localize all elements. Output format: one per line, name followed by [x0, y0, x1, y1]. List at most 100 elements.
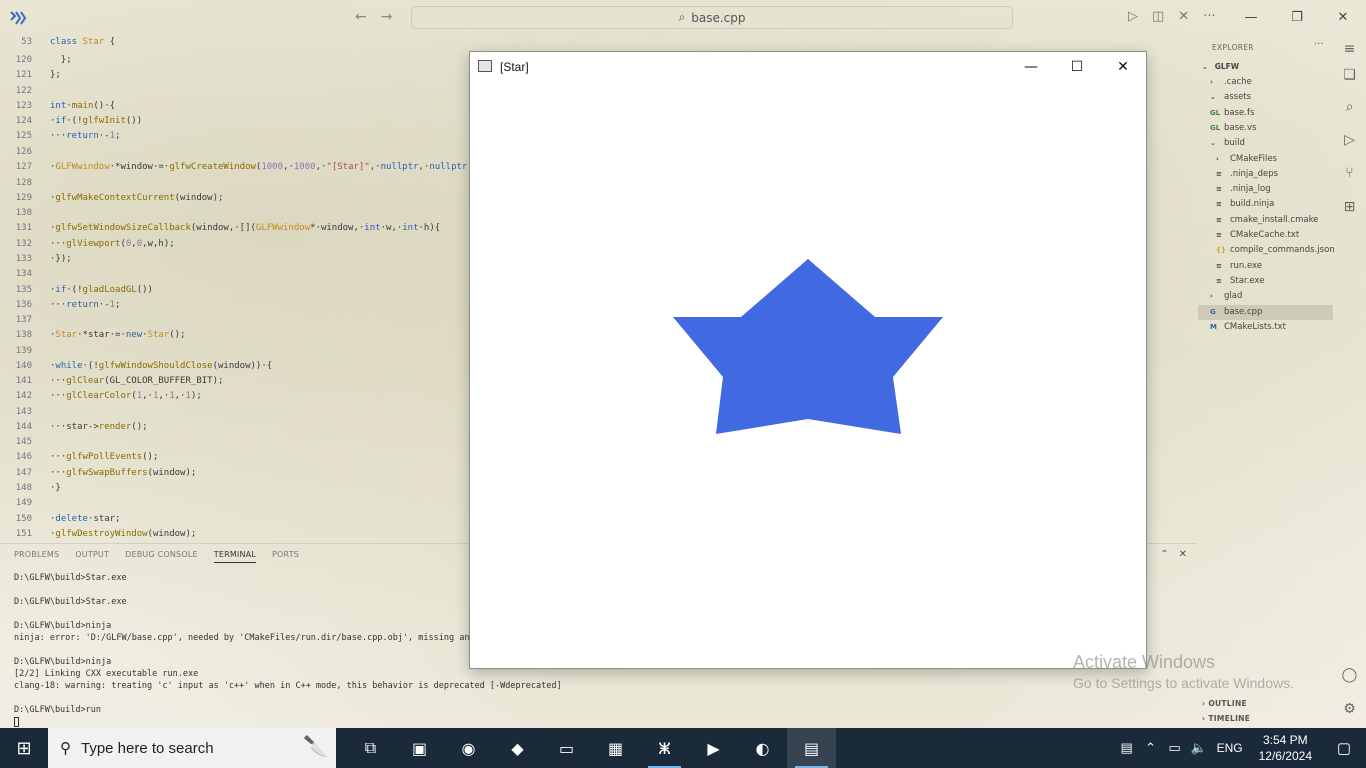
taskbar-search[interactable]: ⚲ Type here to search 🔪 [48, 728, 336, 768]
tree-item[interactable]: › glad [1198, 289, 1333, 304]
code-line[interactable]: 147 ···glfwSwapBuffers(window); [0, 466, 197, 481]
code-line[interactable]: 53 class Star { [0, 35, 115, 50]
code-line[interactable]: 122 [0, 84, 32, 99]
terminal-icon[interactable]: ▶ [689, 728, 738, 768]
tree-item[interactable]: ≡ build.ninja [1198, 197, 1333, 212]
tree-item[interactable]: GL base.vs [1198, 121, 1333, 136]
tree-item[interactable]: › CMakeFiles [1198, 152, 1333, 167]
code-line[interactable]: 128 [0, 176, 32, 191]
run-icon[interactable]: ▷ [1128, 9, 1138, 24]
glfw-maximize-icon[interactable]: ☐ [1054, 52, 1100, 82]
code-line[interactable]: 137 [0, 313, 32, 328]
battery-icon[interactable]: ▭ [1163, 740, 1187, 756]
code-line[interactable]: 140 ·while·(!glfwWindowShouldClose(window… [0, 359, 272, 374]
split-editor-icon[interactable]: ◫ [1152, 9, 1164, 24]
chevron-up-icon[interactable]: ⌃ [1139, 740, 1163, 756]
minimize-icon[interactable]: — [1228, 0, 1274, 35]
tree-item[interactable]: Gbase.cpp [1198, 304, 1333, 320]
tree-item[interactable]: ≡ CMakeCache.txt [1198, 228, 1333, 243]
start-windows-icon[interactable]: ⊞ [0, 728, 48, 768]
store-icon[interactable]: ▦ [591, 728, 640, 768]
notification-icon[interactable]: ▢ [1322, 739, 1366, 757]
glfw-minimize-icon[interactable]: — [1008, 52, 1054, 82]
tree-item[interactable]: GL base.fs [1198, 106, 1333, 121]
settings-gear-icon[interactable]: ⚙ [1341, 701, 1358, 718]
task-view-icon[interactable]: ⧉ [346, 728, 395, 768]
godot-icon[interactable]: ◉ [444, 728, 493, 768]
tree-root-folder[interactable]: ⌄ GLFW [1198, 59, 1333, 74]
obsidian-icon[interactable]: ◆ [493, 728, 542, 768]
tree-item[interactable]: ≡ .ninja_log [1198, 182, 1333, 197]
code-line[interactable]: 142 ···glClearColor(1,·1,·1,·1); [0, 389, 202, 404]
glfw-close-icon[interactable]: ✕ [1100, 52, 1146, 82]
command-center-search[interactable]: ⌕ base.cpp [411, 6, 1013, 29]
tree-item[interactable]: › .cache [1198, 75, 1333, 90]
restore-icon[interactable]: ❐ [1274, 0, 1320, 35]
tree-item[interactable]: M CMakeLists.txt [1198, 320, 1333, 335]
code-line[interactable]: 129 ·glfwMakeContextCurrent(window); [0, 191, 224, 206]
panel-tab-ports[interactable]: PORTS [272, 550, 299, 563]
code-line[interactable]: 143 [0, 405, 32, 420]
tree-item[interactable]: {} compile_commands.json [1198, 243, 1335, 258]
chevron-up-icon[interactable]: ⌃ [1160, 549, 1168, 560]
code-line[interactable]: 123 int·main()·{ [0, 99, 115, 114]
code-line[interactable]: 134 [0, 267, 32, 282]
code-line[interactable]: 126 [0, 145, 32, 160]
code-line[interactable]: 136 ···return·-1; [0, 298, 121, 313]
close-icon[interactable]: ✕ [1320, 0, 1366, 35]
code-line[interactable]: 141 ···glClear(GL_COLOR_BUFFER_BIT); [0, 374, 224, 389]
panel-tab-problems[interactable]: PROBLEMS [14, 550, 59, 563]
close-panel-icon[interactable]: ✕ [1179, 549, 1187, 560]
code-line[interactable]: 125 ···return·-1; [0, 129, 121, 144]
tree-item[interactable]: ≡ .ninja_deps [1198, 167, 1333, 182]
extensions-icon[interactable]: ⊞ [1341, 199, 1358, 216]
code-line[interactable]: 121}; [0, 68, 61, 83]
vscode-icon[interactable]: ⵥ [640, 728, 689, 768]
glfw-window[interactable]: [Star] — ☐ ✕ [469, 51, 1147, 669]
forward-arrow-icon[interactable]: → [381, 9, 393, 25]
code-line[interactable]: 150 ·delete·star; [0, 512, 121, 527]
code-line[interactable]: 138 ·Star·*star·=·new·Star(); [0, 328, 186, 343]
panel-tab-debug-console[interactable]: DEBUG CONSOLE [125, 550, 198, 563]
code-line[interactable]: 139 [0, 344, 32, 359]
code-line[interactable]: 124 ·if·(!glfwInit()) [0, 114, 142, 129]
more-actions-icon[interactable]: ··· [1203, 9, 1215, 24]
code-line[interactable]: 132 ···glViewport(0,0,w,h); [0, 237, 175, 252]
layout-icon[interactable]: ≡ [1341, 41, 1358, 58]
back-arrow-icon[interactable]: ← [355, 9, 367, 25]
glfw-app-icon[interactable]: ▤ [787, 728, 836, 768]
code-line[interactable]: 148 ·} [0, 481, 61, 496]
panel-tab-output[interactable]: OUTPUT [75, 550, 109, 563]
timeline-section[interactable]: › TIMELINE [1202, 714, 1250, 723]
code-line[interactable]: 145 [0, 435, 32, 450]
source-control-icon[interactable]: ⑂ [1341, 165, 1358, 182]
tree-item[interactable]: ⌄ assets [1198, 90, 1333, 105]
account-icon[interactable]: ◯ [1341, 667, 1358, 684]
app-icon[interactable]: ▣ [395, 728, 444, 768]
code-line[interactable]: 130 [0, 206, 32, 221]
code-line[interactable]: 146 ···glfwPollEvents(); [0, 450, 159, 465]
outline-section[interactable]: › OUTLINE [1202, 699, 1247, 708]
tree-item[interactable]: ≡ cmake_install.cmake [1198, 213, 1333, 228]
news-icon[interactable]: ▤ [1115, 740, 1139, 756]
tree-item[interactable]: ≡ Star.exe [1198, 274, 1333, 289]
code-line[interactable]: 133 ·}); [0, 252, 72, 267]
close-editor-icon[interactable]: ✕ [1178, 9, 1189, 24]
code-line[interactable]: 135 ·if·(!gladLoadGL()) [0, 283, 153, 298]
search-icon[interactable]: ⌕ [1341, 99, 1358, 116]
code-line[interactable]: 151 ·glfwDestroyWindow(window); [0, 527, 197, 542]
tree-item[interactable]: ⌄ build [1198, 136, 1333, 151]
language-indicator[interactable]: ENG [1211, 741, 1249, 755]
firefox-icon[interactable]: ◐ [738, 728, 787, 768]
panel-tab-terminal[interactable]: TERMINAL [213, 550, 257, 563]
code-line[interactable]: 131 ·glfwSetWindowSizeCallback(window,·[]… [0, 221, 440, 236]
clock[interactable]: 3:54 PM 12/6/2024 [1249, 732, 1322, 764]
code-line[interactable]: 120 }; [0, 53, 72, 68]
glfw-titlebar[interactable]: [Star] — ☐ ✕ [470, 52, 1146, 82]
files-icon[interactable]: ❏ [1341, 67, 1358, 84]
run-debug-icon[interactable]: ▷ [1341, 132, 1358, 149]
file-explorer-icon[interactable]: ▭ [542, 728, 591, 768]
code-line[interactable]: 149 [0, 496, 32, 511]
code-line[interactable]: 127 ·GLFWwindow·*window·=·glfwCreateWindo… [0, 160, 478, 175]
code-line[interactable]: 144 ···star->render(); [0, 420, 148, 435]
